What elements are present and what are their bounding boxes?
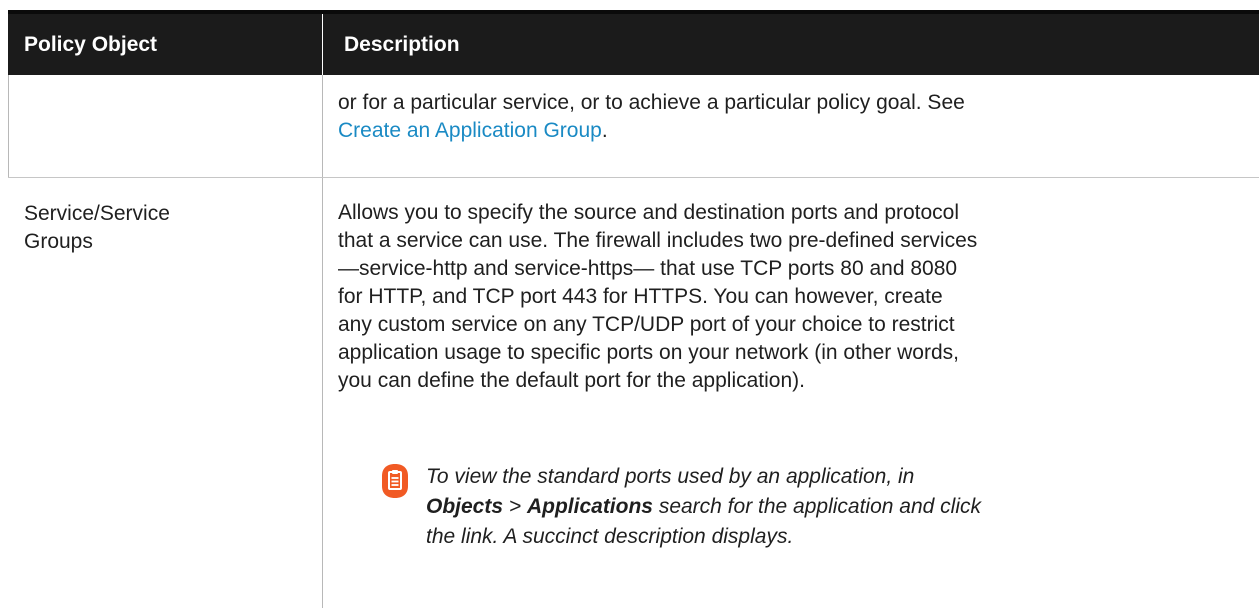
service-row-description: Allows you to specify the source and des… — [338, 201, 978, 392]
service-name-line2: Groups — [24, 230, 93, 253]
row-divider — [8, 177, 1259, 178]
service-row-name: Service/Service Groups — [24, 200, 294, 256]
continued-period: . — [601, 119, 608, 142]
note-icon — [382, 464, 408, 498]
column-divider — [322, 75, 323, 608]
continued-text: or for a particular service, or to achie… — [338, 91, 965, 114]
note-line1: To view the standard ports used by an ap… — [426, 465, 915, 488]
header-description: Description — [344, 33, 460, 56]
create-application-group-link[interactable]: Create an Application Group — [338, 119, 602, 142]
header-divider — [322, 14, 323, 75]
applications-menu: Applications — [526, 495, 653, 518]
table-header: Policy Object Description — [8, 10, 1259, 75]
note-line2-rest: search for the application and click — [652, 495, 981, 518]
note-text: To view the standard ports used by an ap… — [426, 462, 1246, 552]
menu-separator: > — [503, 495, 527, 518]
continued-row-description: or for a particular service, or to achie… — [338, 89, 1238, 145]
left-border — [8, 75, 9, 177]
header-policy-object: Policy Object — [24, 33, 158, 56]
service-name-line1: Service/Service — [24, 202, 170, 225]
note-line3: the link. A succinct description display… — [426, 525, 794, 548]
objects-menu: Objects — [426, 495, 504, 518]
